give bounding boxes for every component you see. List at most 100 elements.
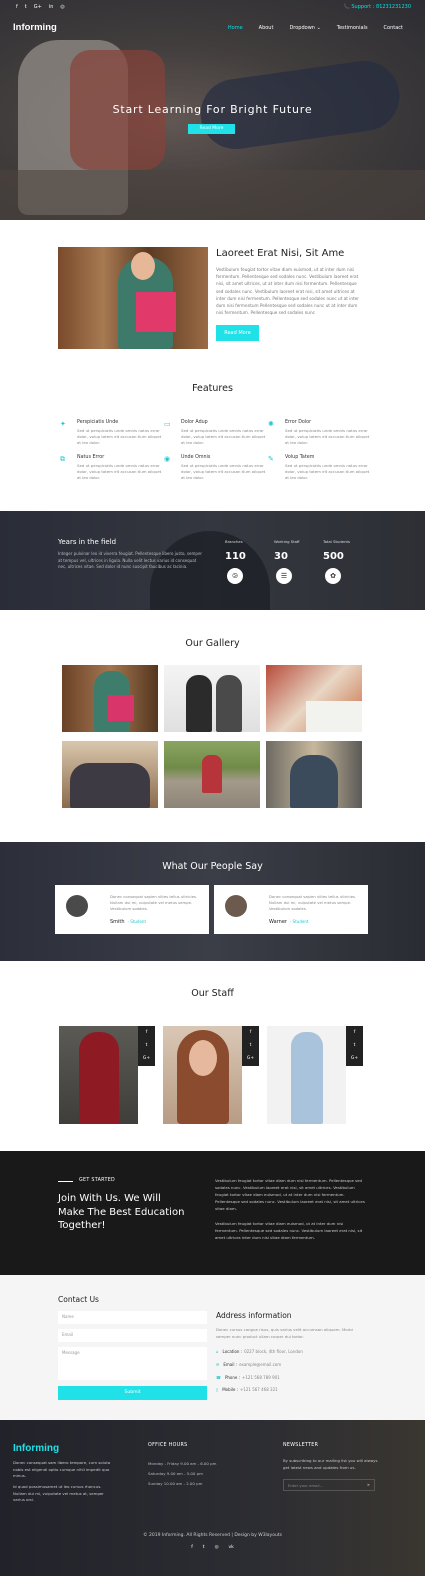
feature-title: Natus Error [77,455,105,460]
linkedin-icon[interactable]: in [49,4,54,10]
facebook-icon[interactable]: f [346,1026,363,1039]
list-icon: ☰ [276,568,292,584]
facebook-icon[interactable]: f [242,1026,259,1039]
office-hours-item: Saturday 9.00 am - 5.00 pm [148,1471,203,1476]
home-icon: ⌂ [216,1349,219,1354]
address-email: ✉ Email : example@email.com [216,1362,281,1367]
stat-value: 110 [225,551,246,562]
footer-text: Id quod possimusamet ut leo cursus rhonc… [13,1484,104,1502]
staff-face [189,1040,217,1076]
about-image-face [131,252,155,280]
nav-item-contact[interactable]: Contact [384,25,403,31]
address-value: +121 567 468 321 [239,1387,278,1392]
feature-icon: ✦ [60,420,66,428]
gallery-image[interactable] [266,665,362,732]
stat-value: 500 [323,551,344,562]
address-mobile: ▯ Mobile : +121 567 468 321 [216,1387,278,1392]
gallery-image-figure [202,755,222,793]
address-label: Location : [222,1349,243,1354]
feature-desc: Sed ut perspiciatis unde omnis natus err… [181,428,266,445]
about-text: Vestibulum feugiat tortor vitae diam eui… [216,267,359,316]
google-plus-icon[interactable]: G+ [346,1052,363,1065]
laptop-icon: ▭ [164,420,171,428]
address-title: Address information [216,1311,292,1320]
testimonial-name: Smith [110,919,125,925]
brand-logo[interactable]: Informing [13,22,57,33]
testimonial-author: Smith - Student [110,919,146,925]
twitter-icon[interactable]: t [25,4,27,10]
newsletter-email-input[interactable]: Enter your email... ➤ [283,1479,375,1491]
email-field[interactable]: Email [58,1329,207,1342]
instagram-icon[interactable]: ◎ [60,4,64,10]
newsletter-text: By subscribing to our mailing list you w… [283,1458,378,1470]
stats-text: Integer pulvinar leo id viverra feugiat.… [58,551,203,569]
features-title: Features [192,383,233,394]
gallery-image-figure [186,675,212,732]
google-plus-icon[interactable]: G+ [34,4,42,10]
address-value[interactable]: example@email.com [239,1362,281,1367]
staff-photo [163,1026,242,1124]
footer-brand[interactable]: Informing [13,1443,59,1454]
staff-photo [267,1026,346,1124]
submit-button[interactable]: Submit [58,1386,207,1400]
hero-title: Start Learning For Bright Future [112,103,313,116]
stat-value: 30 [274,551,288,562]
stat-label: Branches [225,539,243,544]
address-value: 0227 block, 4th floor, London [244,1349,303,1354]
facebook-icon[interactable]: f [138,1026,155,1039]
join-text: Vestibulum feugiat tortor vitae diam dum… [215,1178,365,1211]
facebook-icon[interactable]: f [16,4,18,10]
settings-icon: ✺ [268,420,274,428]
testimonial-author: Warner - Student [269,919,308,925]
testimonial-card: Donec consequat sapien viltes tellus ult… [55,885,209,934]
office-hours-title: OFFICE HOURS [148,1443,188,1448]
about-read-more-button[interactable]: Read More [216,325,259,341]
staff-figure [79,1032,119,1124]
envelope-icon: ✉ [216,1362,220,1367]
nav-item-about[interactable]: About [259,25,274,31]
support-phone[interactable]: 📞 Support : 81231231230 [344,4,411,10]
address-label: Mobile : [222,1387,238,1392]
address-value: +121 568 789 901 [242,1375,280,1380]
google-plus-icon[interactable]: G+ [242,1052,259,1065]
stats-background-figure [150,531,270,610]
stats-title: Years in the field [58,538,117,546]
twitter-icon[interactable]: t [138,1039,155,1052]
gallery-image-paper [306,701,362,732]
about-title: Laoreet Erat Nisi, Sit Ame [216,248,345,259]
twitter-icon[interactable]: t [346,1039,363,1052]
staff-social: f t G+ [138,1026,155,1066]
instagram-icon[interactable]: ◎ [215,1545,219,1550]
feature-title: Volup Tatem [285,455,315,460]
office-hours-item: Sunday 10.00 am - 2.00 pm [148,1481,203,1486]
stat-label: Total Students [323,539,350,544]
facebook-icon[interactable]: f [191,1545,193,1550]
gallery-image[interactable] [164,665,260,732]
join-divider [58,1181,73,1182]
nav-item-home[interactable]: Home [228,25,243,31]
vk-icon[interactable]: vk [229,1545,234,1550]
hero-read-more-button[interactable]: Read More [188,124,235,134]
name-field[interactable]: Name [58,1311,207,1324]
nav-menu: Home About Dropdown ⌄ Testimonials Conta… [228,25,403,31]
message-field[interactable]: Message [58,1347,207,1380]
building-icon: ⧁ [227,568,243,584]
join-tag: GET STARTED [79,1178,116,1183]
feature-desc: Sed ut perspiciatis unde omnis natus err… [285,463,370,480]
twitter-icon[interactable]: t [203,1545,205,1550]
nav-item-dropdown[interactable]: Dropdown ⌄ [289,25,320,31]
send-icon[interactable]: ➤ [367,1482,370,1487]
gallery-image[interactable] [164,741,260,808]
gallery-image[interactable] [62,741,158,808]
address-label: Phone : [224,1375,240,1380]
feature-title: Error Dolor [285,420,312,425]
footer-social: f t ◎ vk [0,1545,425,1550]
newsletter-placeholder: Enter your email... [288,1483,324,1488]
nav-item-testimonials[interactable]: Testimonials [337,25,368,31]
gallery-image[interactable] [62,665,158,732]
about-image-folder [136,292,176,332]
google-plus-icon[interactable]: G+ [138,1052,155,1065]
gallery-image[interactable] [266,741,362,808]
contact-title: Contact Us [58,1295,99,1304]
twitter-icon[interactable]: t [242,1039,259,1052]
